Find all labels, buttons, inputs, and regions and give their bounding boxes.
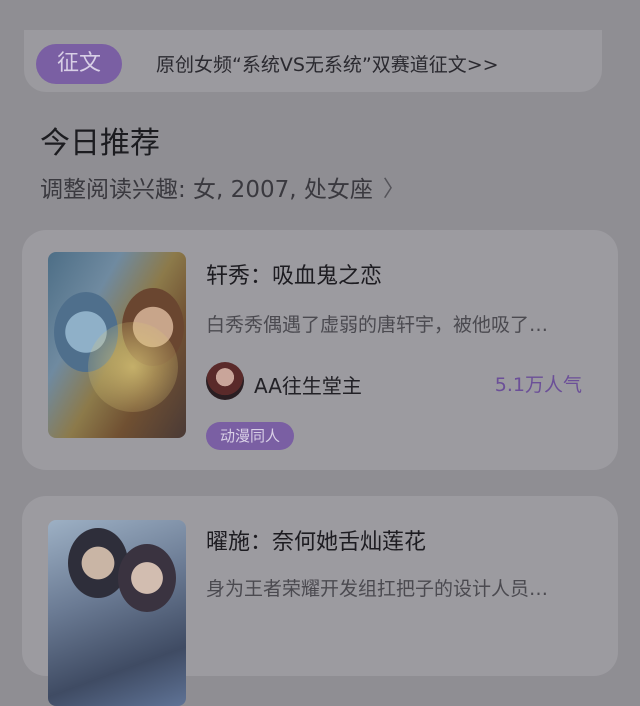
chevron-right-icon: 〉 — [382, 177, 405, 202]
author-name[interactable]: AA往生堂主 — [254, 370, 362, 399]
book-cover-image[interactable] — [48, 252, 186, 438]
reading-preference-link[interactable]: 调整阅读兴趣: 女, 2007, 处女座 〉 — [40, 170, 405, 204]
book-description: 白秀秀偶遇了虚弱的唐轩宇，被他吸了… — [206, 314, 549, 336]
cover-figure-right — [118, 544, 176, 612]
contest-tag[interactable]: 征文 — [36, 44, 122, 84]
book-title[interactable]: 轩秀：吸血鬼之恋 — [206, 258, 382, 290]
cover-glow — [88, 322, 178, 412]
book-cover-image[interactable] — [48, 520, 186, 706]
reading-preference-label: 调整阅读兴趣: 女, 2007, 处女座 — [40, 177, 373, 203]
section-title: 今日推荐 — [40, 126, 160, 161]
book-title[interactable]: 曜施：奈何她舌灿莲花 — [206, 524, 426, 556]
page: 征文 原创女频“系统VS无系统”双赛道征文>> 今日推荐 调整阅读兴趣: 女, … — [0, 0, 640, 706]
book-description: 身为王者荣耀开发组扛把子的设计人员… — [206, 578, 549, 600]
popularity-count: 5.1万人气 — [494, 374, 582, 396]
genre-tag[interactable]: 动漫同人 — [206, 422, 295, 450]
author-avatar[interactable] — [206, 362, 244, 400]
contest-link[interactable]: 原创女频“系统VS无系统”双赛道征文>> — [156, 50, 499, 77]
